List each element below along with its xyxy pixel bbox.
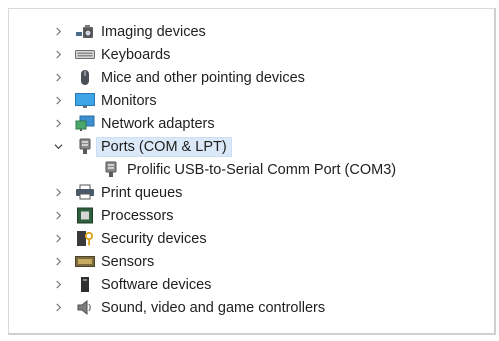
chevron-right-icon[interactable] — [52, 112, 64, 135]
security-device-icon — [75, 230, 95, 247]
tree-item-label: Ports (COM & LPT) — [96, 136, 232, 157]
tree-item-label: Network adapters — [101, 115, 215, 132]
chevron-right-icon[interactable] — [52, 204, 64, 227]
keyboard-icon — [75, 46, 95, 63]
tree-item-label: Sensors — [101, 253, 155, 270]
mouse-icon — [75, 69, 95, 86]
sensor-icon — [75, 253, 95, 270]
chevron-right-icon[interactable] — [52, 43, 64, 66]
chevron-right-icon[interactable] — [52, 296, 64, 319]
tree-item-ports[interactable]: Ports (COM & LPT) — [9, 135, 494, 158]
chevron-down-icon[interactable] — [52, 135, 64, 158]
device-manager-panel: Imaging devices Keyboards Mice and other… — [8, 8, 496, 335]
tree-item-imaging-devices[interactable]: Imaging devices — [9, 20, 494, 43]
tree-item-label: Monitors — [101, 92, 157, 109]
software-device-icon — [75, 276, 95, 293]
network-adapter-icon — [75, 115, 95, 132]
processor-icon — [75, 207, 95, 224]
tree-item-label: Processors — [101, 207, 174, 224]
tree-item-monitors[interactable]: Monitors — [9, 89, 494, 112]
imaging-devices-icon — [75, 23, 95, 40]
monitor-icon — [75, 92, 95, 109]
chevron-right-icon[interactable] — [52, 181, 64, 204]
port-icon — [75, 138, 95, 155]
tree-item-software-devices[interactable]: Software devices — [9, 273, 494, 296]
tree-item-processors[interactable]: Processors — [9, 204, 494, 227]
tree-item-mice[interactable]: Mice and other pointing devices — [9, 66, 494, 89]
tree-item-sound-video-game[interactable]: Sound, video and game controllers — [9, 296, 494, 319]
tree-item-label: Imaging devices — [101, 23, 206, 40]
speaker-icon — [75, 299, 95, 316]
tree-item-keyboards[interactable]: Keyboards — [9, 43, 494, 66]
chevron-right-icon[interactable] — [52, 89, 64, 112]
tree-item-label: Mice and other pointing devices — [101, 69, 305, 86]
chevron-right-icon[interactable] — [52, 20, 64, 43]
tree-item-security-devices[interactable]: Security devices — [9, 227, 494, 250]
chevron-right-icon[interactable] — [52, 227, 64, 250]
chevron-right-icon[interactable] — [52, 273, 64, 296]
tree-item-label: Software devices — [101, 276, 212, 293]
device-tree: Imaging devices Keyboards Mice and other… — [9, 9, 494, 333]
port-icon — [101, 161, 121, 178]
tree-item-label: Security devices — [101, 230, 207, 247]
tree-item-print-queues[interactable]: Print queues — [9, 181, 494, 204]
tree-item-label: Prolific USB-to-Serial Comm Port (COM3) — [127, 161, 397, 178]
tree-item-network-adapters[interactable]: Network adapters — [9, 112, 494, 135]
chevron-right-icon[interactable] — [52, 66, 64, 89]
tree-item-label: Sound, video and game controllers — [101, 299, 326, 316]
chevron-right-icon[interactable] — [52, 250, 64, 273]
tree-item-label: Print queues — [101, 184, 183, 201]
tree-item-label: Keyboards — [101, 46, 171, 63]
tree-item-sensors[interactable]: Sensors — [9, 250, 494, 273]
printer-icon — [75, 184, 95, 201]
tree-child-prolific-port[interactable]: Prolific USB-to-Serial Comm Port (COM3) — [9, 158, 494, 181]
